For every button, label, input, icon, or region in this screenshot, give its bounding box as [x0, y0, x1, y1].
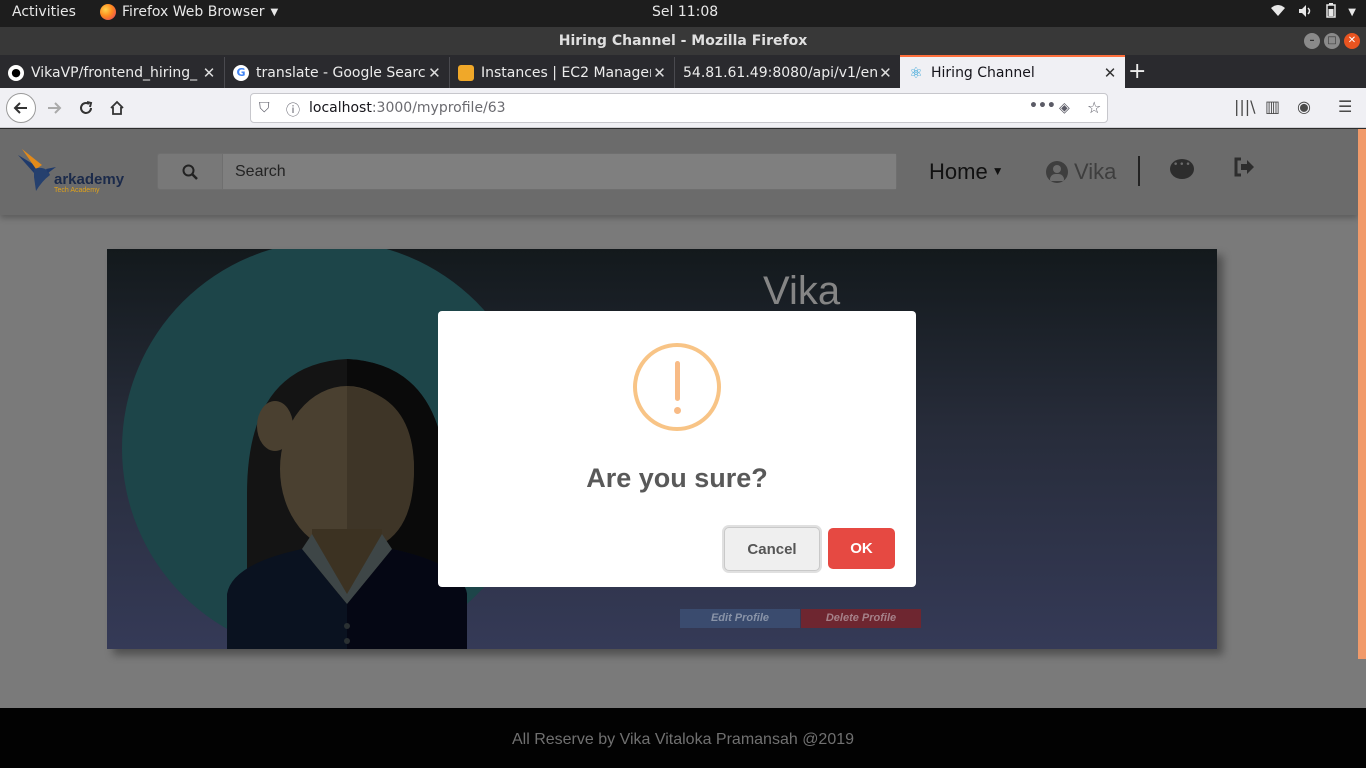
chat-icon[interactable] [1170, 159, 1194, 179]
url-bar[interactable]: ⛉ ⓘ localhost:3000/myprofile/63 ••• ◈ ☆ [250, 93, 1108, 123]
search-button[interactable] [158, 154, 222, 189]
dialog-title: Are you sure? [586, 463, 768, 493]
info-icon[interactable]: ⓘ [286, 100, 300, 120]
url-path: :3000/myprofile/63 [371, 100, 506, 116]
user-name: Vika [1074, 159, 1117, 184]
google-icon: G [233, 64, 249, 81]
footer-text: All Reserve by Vika Vitaloka Pramansah @… [511, 731, 855, 748]
app-menu[interactable]: Firefox Web Browser ▼ [100, 4, 278, 20]
react-icon: ⚛ [909, 63, 923, 82]
scrollbar[interactable] [1358, 129, 1366, 659]
reload-button[interactable] [72, 94, 100, 122]
app-menu-label: Firefox Web Browser [122, 4, 265, 20]
warning-icon [633, 343, 721, 431]
minimize-button[interactable]: – [1304, 33, 1320, 49]
activities-button[interactable]: Activities [12, 4, 76, 20]
reload-icon [80, 101, 93, 114]
close-tab-icon[interactable]: ✕ [877, 64, 894, 82]
account-icon[interactable]: ◉ [1297, 97, 1311, 116]
sidebar-icon[interactable]: ▥ [1265, 97, 1280, 116]
library-icon[interactable]: |||\ [1234, 97, 1256, 116]
github-icon: ● [8, 64, 24, 81]
delete-profile-button[interactable]: Delete Profile [801, 609, 921, 628]
tab-google[interactable]: G translate - Google Search ✕ [225, 57, 450, 88]
shield-icon[interactable]: ⛉ [259, 100, 270, 116]
home-button[interactable] [103, 94, 131, 122]
arkademy-logo[interactable]: arkademy Tech Academy [16, 147, 131, 199]
ok-button[interactable]: OK [828, 528, 895, 569]
logo-subtext: Tech Academy [54, 187, 100, 194]
battery-icon [1326, 3, 1337, 22]
window-title: Hiring Channel - Mozilla Firefox [558, 33, 808, 49]
footer: All Reserve by Vika Vitaloka Pramansah @… [0, 708, 1366, 768]
close-tab-icon[interactable]: ✕ [426, 64, 443, 82]
tab-api[interactable]: 54.81.61.49:8080/api/v1/eng ✕ [675, 57, 900, 88]
logout-icon[interactable] [1233, 157, 1255, 183]
tab-ec2[interactable]: Instances | EC2 Managem ✕ [450, 57, 675, 88]
volume-icon [1298, 4, 1314, 22]
home-dropdown-label: Home [929, 159, 988, 184]
logo-text: arkademy [54, 171, 125, 188]
menu-icon[interactable]: ☰ [1338, 97, 1352, 116]
close-tab-icon[interactable]: ✕ [1101, 64, 1119, 82]
new-tab-button[interactable]: + [1128, 59, 1146, 84]
window-controls: – □ ✕ [1304, 33, 1360, 49]
user-profile-link[interactable]: Vika [1046, 159, 1116, 185]
clock[interactable]: Sel 11:08 [652, 4, 718, 20]
page-actions-icon[interactable]: ••• [1029, 98, 1056, 114]
confirm-dialog: Are you sure? Cancel OK [438, 311, 916, 587]
app-header: arkademy Tech Academy Home▼ Vika [0, 129, 1358, 215]
back-button[interactable] [6, 93, 36, 123]
firefox-icon [100, 4, 116, 20]
chevron-down-icon: ▼ [270, 6, 279, 18]
arrow-right-icon [48, 102, 62, 114]
system-top-bar: Activities Firefox Web Browser ▼ Sel 11:… [0, 0, 1366, 27]
system-tray[interactable]: ▼ [1270, 3, 1356, 22]
profile-name: Vika [763, 269, 841, 313]
chevron-down-icon: ▼ [1348, 7, 1356, 18]
search-icon [182, 164, 198, 180]
close-window-button[interactable]: ✕ [1344, 33, 1360, 49]
user-circle-icon [1046, 161, 1068, 183]
navigation-bar: ⛉ ⓘ localhost:3000/myprofile/63 ••• ◈ ☆ … [0, 88, 1366, 128]
edit-profile-button[interactable]: Edit Profile [680, 609, 800, 628]
tab-strip: ● VikaVP/frontend_hiring_ ✕ G translate … [0, 55, 1366, 88]
window-title-bar: Hiring Channel - Mozilla Firefox – □ ✕ [0, 27, 1366, 55]
aws-icon [458, 64, 474, 81]
search-input[interactable] [222, 154, 896, 189]
bookmark-star-icon[interactable]: ☆ [1087, 98, 1101, 117]
forward-button[interactable] [40, 94, 68, 122]
search-box [157, 153, 897, 190]
home-icon [110, 100, 124, 115]
tab-hiring-channel[interactable]: ⚛ Hiring Channel ✕ [900, 55, 1125, 88]
wifi-icon [1270, 4, 1286, 22]
close-tab-icon[interactable]: ✕ [651, 64, 668, 82]
url-host: localhost [309, 100, 372, 116]
tab-github[interactable]: ● VikaVP/frontend_hiring_ ✕ [0, 57, 225, 88]
close-tab-icon[interactable]: ✕ [200, 64, 218, 82]
pocket-icon[interactable]: ◈ [1059, 100, 1070, 116]
header-divider [1138, 156, 1140, 186]
page-content: arkademy Tech Academy Home▼ Vika [0, 129, 1366, 768]
caret-down-icon: ▼ [991, 164, 1004, 178]
home-dropdown[interactable]: Home ▼ [929, 159, 1004, 185]
arrow-left-icon [13, 102, 27, 114]
maximize-button[interactable]: □ [1324, 33, 1340, 49]
hummingbird-icon [18, 149, 56, 191]
cancel-button[interactable]: Cancel [724, 527, 820, 571]
